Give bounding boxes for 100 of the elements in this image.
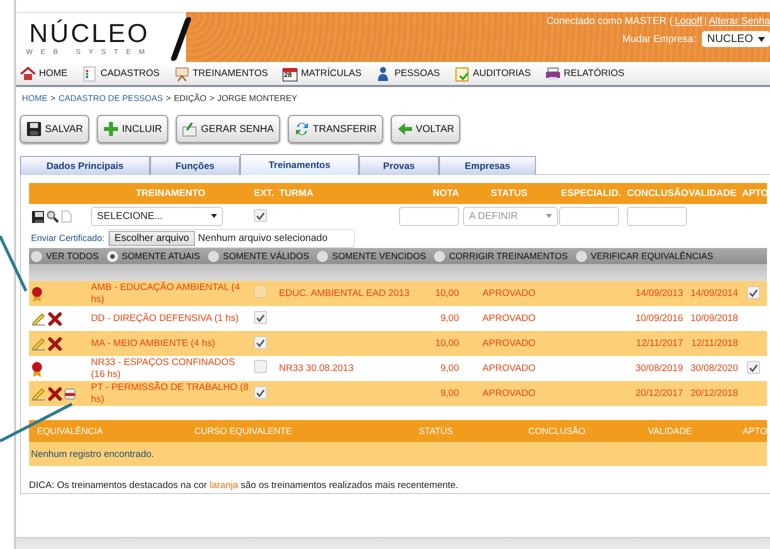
breadcrumb-link[interactable]: CADASTRO DE PESSOAS	[58, 93, 163, 103]
pdf-icon[interactable]	[64, 388, 76, 400]
radio-button[interactable]	[208, 250, 220, 262]
caret-icon	[758, 36, 765, 42]
company-label: Mudar Empresa:	[622, 34, 696, 44]
checkbox[interactable]	[747, 361, 760, 374]
completion-date: 20/12/2017	[635, 388, 683, 398]
clipboard-icon	[454, 66, 470, 82]
validity-date: 20/12/2018	[690, 388, 738, 398]
left-arrow-icon	[396, 121, 413, 137]
column-header: STATUS	[461, 183, 557, 204]
validity-date: 12/11/2018	[691, 338, 738, 348]
checkbox[interactable]	[254, 360, 267, 373]
column-header: TREINAMENTO	[89, 183, 252, 204]
menu-item[interactable]: CADASTROS	[82, 66, 160, 82]
back-button[interactable]: VOLTAR	[390, 115, 460, 143]
pencil-icon[interactable]	[31, 336, 46, 351]
validity-date: 10/09/2018	[690, 312, 738, 324]
radio-button[interactable]	[434, 250, 446, 262]
radio-option[interactable]: VER TODOS	[31, 250, 99, 262]
breadcrumb-text: >	[166, 93, 171, 103]
pencil-icon[interactable]	[31, 386, 46, 401]
document-icon	[61, 210, 72, 222]
user-status-text: Conectado como MASTER (	[546, 16, 673, 27]
checkbox[interactable]	[254, 209, 267, 222]
grade: 10,00	[435, 288, 459, 298]
class-name: NR33 30.08.2013	[279, 362, 354, 374]
radio-option[interactable]: SOMENTE VÁLIDOS	[208, 250, 310, 262]
specialty-field[interactable]	[559, 206, 619, 226]
check-icon	[749, 364, 758, 372]
delete-icon[interactable]	[48, 386, 62, 400]
completion-date: 10/09/2016	[635, 312, 683, 324]
delete-icon[interactable]	[48, 312, 62, 326]
checkbox[interactable]	[747, 286, 760, 300]
grade: 9,00	[440, 388, 459, 398]
tab[interactable]: Funções	[150, 156, 240, 175]
company-select[interactable]: NUCLEO	[702, 31, 770, 47]
generate-password-button[interactable]: GERAR SENHA	[176, 115, 280, 143]
training-name: NR33 - ESPAÇOS CONFINADOS (16 hs)	[91, 356, 235, 380]
menu-item[interactable]: RELATÓRIOS	[544, 66, 624, 82]
list-icon	[82, 66, 98, 82]
column-header: CONCLUSÃO	[528, 426, 586, 436]
menu-item[interactable]: AUDITORIAS	[454, 66, 531, 82]
menu-item[interactable]: TREINAMENTOS	[174, 66, 268, 82]
radio-button[interactable]	[31, 250, 42, 262]
radio-button[interactable]	[106, 250, 118, 262]
tab[interactable]: Dados Principais	[20, 156, 150, 175]
completion-date: 30/08/2019	[635, 362, 683, 374]
column-header: APTO	[740, 183, 767, 204]
column-header: EXT.	[252, 183, 277, 204]
column-header: TURMA	[277, 183, 417, 204]
breadcrumb-link[interactable]: HOME	[22, 93, 48, 103]
printer-icon	[544, 66, 561, 82]
delete-icon[interactable]	[48, 336, 62, 350]
training-name: DD - DIREÇÃO DEFENSIVA (1 hs)	[91, 312, 239, 324]
plus-icon	[102, 121, 119, 137]
file-field[interactable]: Escolher arquivo Nenhum arquivo selecionado	[108, 228, 355, 248]
menu-item[interactable]: PESSOAS	[375, 66, 440, 82]
grade: 10,00	[435, 338, 459, 348]
pencil-icon[interactable]	[31, 311, 46, 326]
radio-option[interactable]: CORRIGIR TREINAMENTOS	[434, 250, 568, 262]
column-header: CURSO EQUIVALENTE	[194, 426, 293, 436]
save-button[interactable]: SALVAR	[20, 115, 89, 143]
grade: 9,00	[440, 312, 459, 324]
easel-icon	[174, 66, 190, 82]
separator-text: |	[704, 16, 707, 27]
column-header: APTO	[742, 426, 768, 436]
file-status-text: Nenhum arquivo selecionado	[197, 232, 328, 244]
column-header: EQUIVALÊNCIA	[37, 426, 104, 436]
class-name: EDUC. AMBIENTAL EAD 2013	[279, 288, 410, 298]
caret-icon	[211, 214, 217, 218]
tab[interactable]: Empresas	[439, 156, 536, 175]
tab[interactable]: Treinamentos	[240, 154, 359, 175]
checkbox[interactable]	[254, 336, 267, 350]
radio-button[interactable]	[576, 250, 587, 262]
radio-option[interactable]: SOMENTE ATUAIS	[106, 250, 200, 262]
empty-message: Nenhum registro encontrado.	[30, 448, 154, 460]
training-name: MA - MEIO AMBIENTE (4 hs)	[91, 338, 216, 348]
certificate-label: Enviar Certificado:	[31, 233, 105, 243]
radio-button[interactable]	[317, 250, 328, 262]
completion-date: 14/09/2013	[635, 288, 683, 298]
validity-date: 30/08/2020	[690, 362, 738, 374]
check-icon	[256, 388, 265, 397]
checkbox[interactable]	[254, 285, 267, 298]
medal-icon	[31, 360, 43, 376]
transfer-button[interactable]: TRANSFERIR	[288, 115, 383, 143]
completion-field[interactable]	[627, 206, 687, 226]
checkbox[interactable]	[254, 386, 267, 400]
radio-option[interactable]: VERIFICAR EQUIVALÊNCIAS	[576, 250, 714, 262]
arrows-icon	[294, 121, 310, 137]
grade-field[interactable]	[399, 206, 459, 226]
radio-option[interactable]: SOMENTE VENCIDOS	[317, 250, 426, 262]
home-icon	[20, 66, 36, 82]
training-select[interactable]: SELECIONE...	[91, 206, 223, 226]
choose-file-button[interactable]: Escolher arquivo	[108, 230, 196, 246]
checkbox[interactable]	[254, 311, 267, 324]
tab[interactable]: Provas	[359, 156, 439, 175]
check-icon	[256, 314, 265, 322]
menu-item[interactable]: HOME	[20, 66, 68, 82]
add-button[interactable]: INCLUIR	[96, 115, 168, 143]
